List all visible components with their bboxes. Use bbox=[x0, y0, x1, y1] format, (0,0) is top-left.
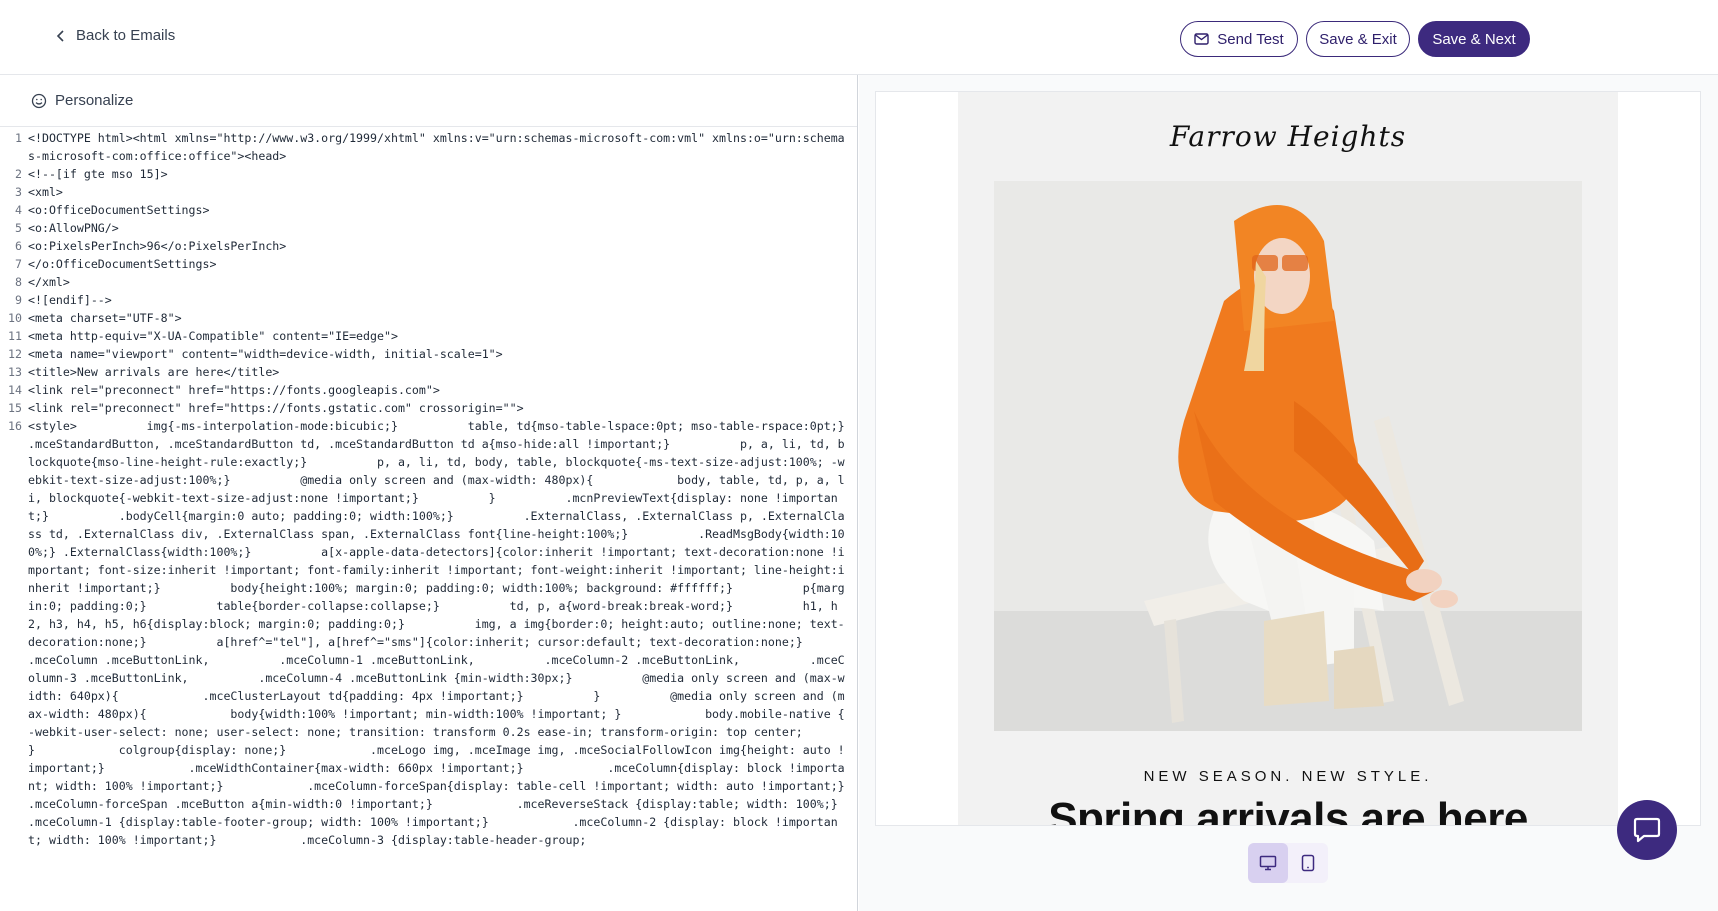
model-photo-icon bbox=[994, 181, 1582, 731]
line-number: 10 bbox=[8, 311, 22, 325]
personalize-label: Personalize bbox=[55, 92, 134, 109]
code-text: <![endif]--> bbox=[28, 293, 112, 307]
device-toggle bbox=[1248, 843, 1328, 883]
code-text: <o:PixelsPerInch>96</o:PixelsPerInch> bbox=[28, 239, 287, 253]
brand-logo: Farrow Heights bbox=[1169, 120, 1407, 153]
chevron-left-icon bbox=[56, 29, 64, 42]
code-line[interactable]: 1 <!DOCTYPE html><html xmlns="http://www.… bbox=[0, 129, 857, 165]
code-text: <link rel="preconnect" href="https://fon… bbox=[28, 383, 440, 397]
mobile-view-button[interactable] bbox=[1288, 843, 1328, 883]
send-test-label: Send Test bbox=[1217, 30, 1284, 48]
code-line[interactable]: 15 <link rel="preconnect" href="https://f… bbox=[0, 399, 857, 417]
line-number: 5 bbox=[15, 221, 22, 235]
code-line[interactable]: 4 <o:OfficeDocumentSettings> bbox=[0, 201, 857, 219]
save-next-label: Save & Next bbox=[1432, 30, 1516, 48]
code-text: </o:OfficeDocumentSettings> bbox=[28, 257, 217, 271]
code-line[interactable]: 11 <meta http-equiv="X-UA-Compatible" con… bbox=[0, 327, 857, 345]
smiley-icon bbox=[31, 93, 47, 108]
email-body: Farrow Heights NEW SEASON. NEW STYLE. Sp… bbox=[958, 92, 1618, 826]
code-line[interactable]: 7 </o:OfficeDocumentSettings> bbox=[0, 255, 857, 273]
line-number: 2 bbox=[15, 167, 22, 181]
html-code-editor[interactable]: 1 <!DOCTYPE html><html xmlns="http://www.… bbox=[0, 129, 857, 911]
code-line[interactable]: 10 <meta charset="UTF-8"> bbox=[0, 309, 857, 327]
save-next-button[interactable]: Save & Next bbox=[1418, 21, 1530, 57]
line-number: 6 bbox=[15, 239, 22, 253]
line-number: 11 bbox=[8, 329, 22, 343]
line-number: 16 bbox=[8, 419, 22, 433]
line-number: 9 bbox=[15, 293, 22, 307]
code-line[interactable]: 3 <xml> bbox=[0, 183, 857, 201]
chat-bubble-icon bbox=[1633, 817, 1661, 843]
mobile-icon bbox=[1301, 854, 1315, 872]
line-number: 14 bbox=[8, 383, 22, 397]
preview-panel: Farrow Heights NEW SEASON. NEW STYLE. Sp… bbox=[859, 75, 1718, 911]
line-number: 13 bbox=[8, 365, 22, 379]
back-to-emails-link[interactable]: Back to Emails bbox=[54, 27, 175, 44]
code-line[interactable]: 14 <link rel="preconnect" href="https://f… bbox=[0, 381, 857, 399]
hero-image bbox=[994, 181, 1582, 731]
code-line[interactable]: 13 <title>New arrivals are here</title> bbox=[0, 363, 857, 381]
email-eyebrow: NEW SEASON. NEW STYLE. bbox=[1143, 768, 1433, 785]
personalize-button[interactable]: Personalize bbox=[0, 75, 857, 127]
back-label: Back to Emails bbox=[76, 27, 176, 44]
code-line[interactable]: 9 <![endif]--> bbox=[0, 291, 857, 309]
desktop-icon bbox=[1259, 855, 1277, 871]
code-line[interactable]: 2 <!--[if gte mso 15]> bbox=[0, 165, 857, 183]
code-line[interactable]: 8 </xml> bbox=[0, 273, 857, 291]
line-number: 1 bbox=[15, 131, 22, 145]
line-number: 4 bbox=[15, 203, 22, 217]
code-text: <style> img{-ms-interpolation-mode:bicub… bbox=[28, 419, 845, 847]
code-text: <meta name="viewport" content="width=dev… bbox=[28, 347, 503, 361]
email-headline: Spring arrivals are here bbox=[1048, 794, 1528, 826]
send-test-button[interactable]: Send Test bbox=[1180, 21, 1298, 57]
code-text: <!DOCTYPE html><html xmlns="http://www.w… bbox=[28, 131, 845, 163]
line-number: 7 bbox=[15, 257, 22, 271]
top-bar: Back to Emails Send Test Save & Exit Sav… bbox=[0, 0, 1718, 75]
save-exit-button[interactable]: Save & Exit bbox=[1306, 21, 1410, 57]
code-line[interactable]: 16 <style> img{-ms-interpolation-mode:bic… bbox=[0, 417, 857, 849]
code-line[interactable]: 12 <meta name="viewport" content="width=d… bbox=[0, 345, 857, 363]
desktop-view-button[interactable] bbox=[1248, 843, 1288, 883]
line-number: 8 bbox=[15, 275, 22, 289]
code-editor-panel: Personalize 1 <!DOCTYPE html><html xmlns=… bbox=[0, 75, 858, 911]
code-text: <xml> bbox=[28, 185, 63, 199]
line-number: 3 bbox=[15, 185, 22, 199]
code-text: <o:OfficeDocumentSettings> bbox=[28, 203, 210, 217]
line-number: 15 bbox=[8, 401, 22, 415]
code-line[interactable]: 5 <o:AllowPNG/> bbox=[0, 219, 857, 237]
line-number: 12 bbox=[8, 347, 22, 361]
code-text: <meta charset="UTF-8"> bbox=[28, 311, 182, 325]
email-preview[interactable]: Farrow Heights NEW SEASON. NEW STYLE. Sp… bbox=[875, 91, 1701, 826]
code-text: <meta http-equiv="X-UA-Compatible" conte… bbox=[28, 329, 398, 343]
code-text: <title>New arrivals are here</title> bbox=[28, 365, 280, 379]
chat-support-button[interactable] bbox=[1617, 800, 1677, 860]
code-text: <link rel="preconnect" href="https://fon… bbox=[28, 401, 524, 415]
mail-icon bbox=[1194, 33, 1209, 45]
code-text: <!--[if gte mso 15]> bbox=[28, 167, 168, 181]
save-exit-label: Save & Exit bbox=[1319, 30, 1397, 48]
code-text: </xml> bbox=[28, 275, 70, 289]
code-text: <o:AllowPNG/> bbox=[28, 221, 119, 235]
code-line[interactable]: 6 <o:PixelsPerInch>96</o:PixelsPerInch> bbox=[0, 237, 857, 255]
